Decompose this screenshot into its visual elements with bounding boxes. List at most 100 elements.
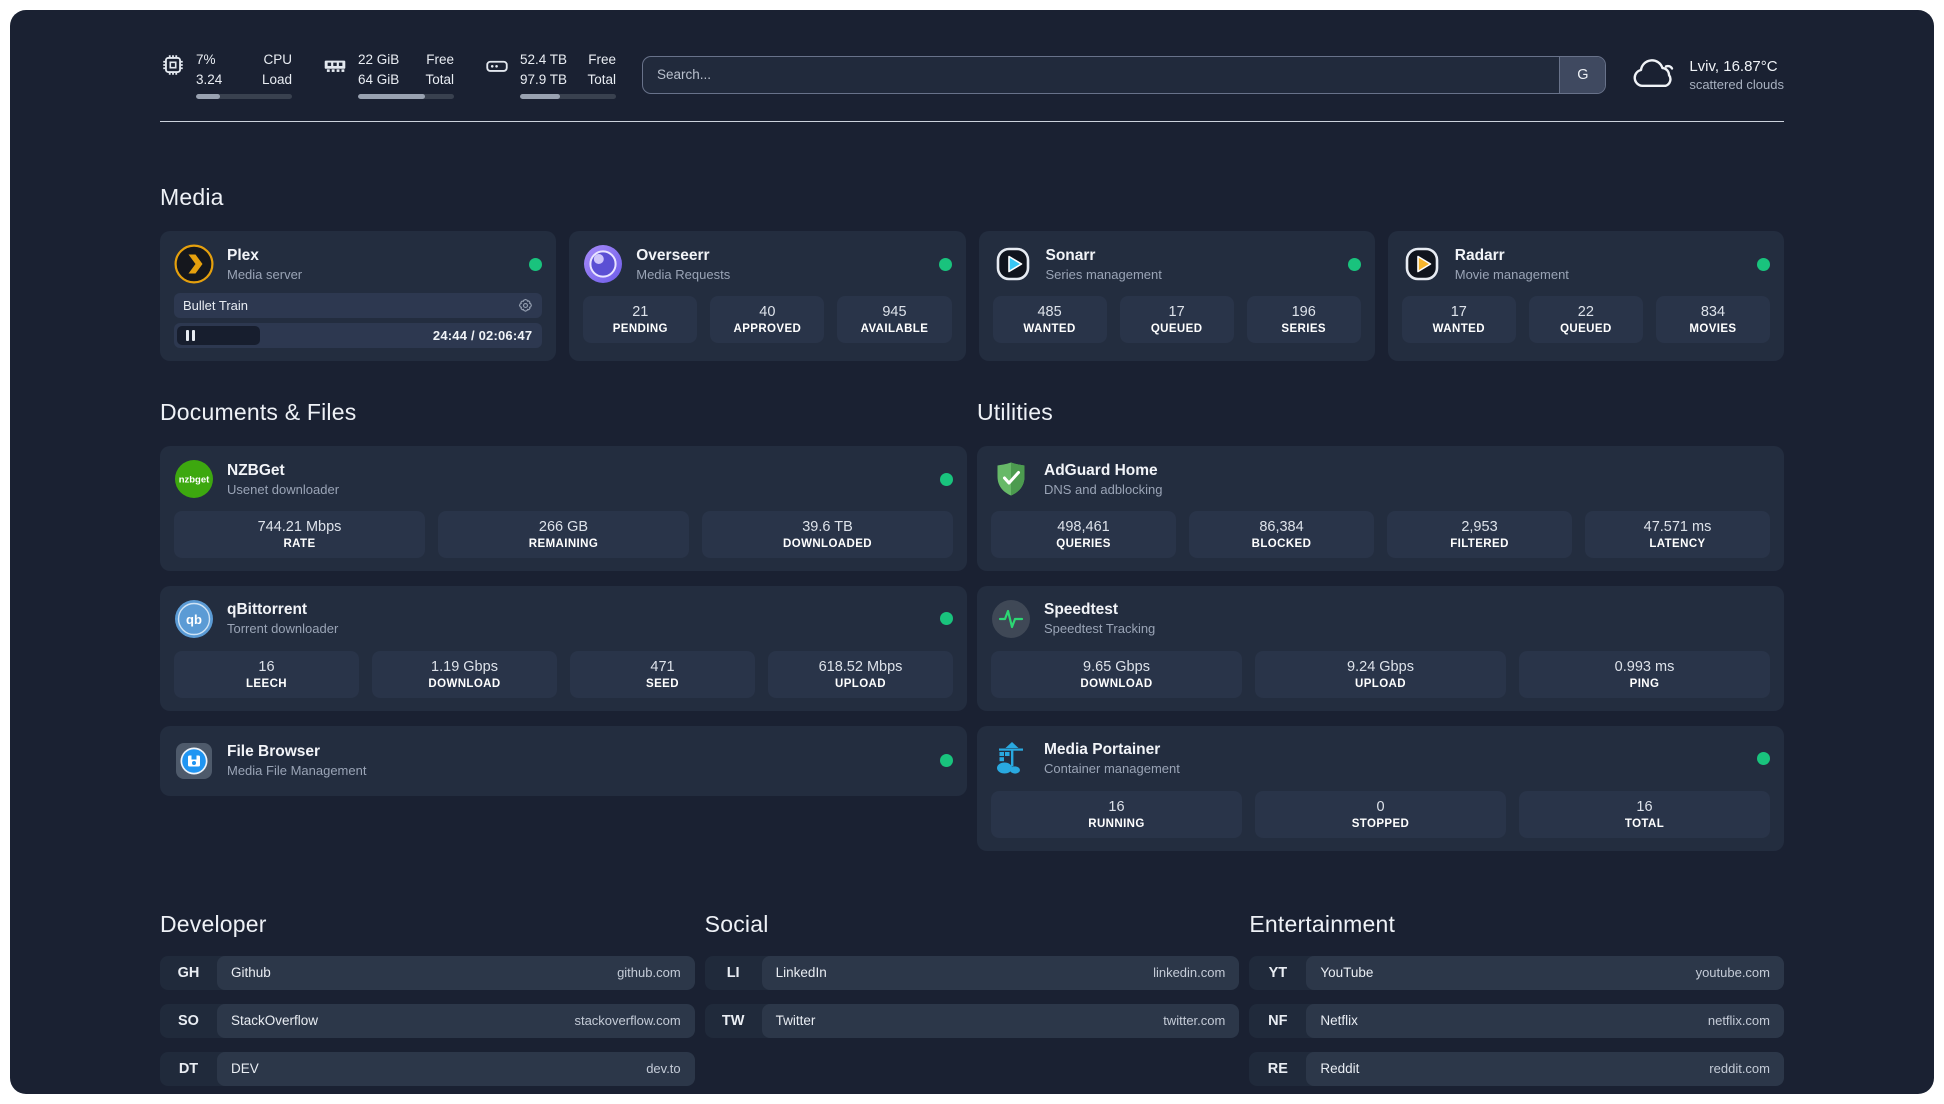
stat-value: 40	[759, 304, 776, 321]
bookmark-stackoverflow[interactable]: SO StackOverflow stackoverflow.com	[160, 1003, 695, 1038]
stat-label: PING	[1629, 677, 1660, 690]
stat-value: 17	[1450, 304, 1467, 321]
memory-icon	[322, 52, 348, 83]
svg-text:qb: qb	[186, 612, 202, 627]
stat-value: 498,461	[1057, 519, 1110, 536]
memory-free-label: Free	[426, 52, 454, 67]
stat-tile: 498,461 QUERIES	[991, 511, 1176, 558]
stat-tile: 834 MOVIES	[1655, 296, 1770, 343]
stat-value: 744.21 Mbps	[257, 519, 342, 536]
bookmark-abbr: SO	[178, 1012, 199, 1029]
disk-total-value: 97.9 TB	[520, 71, 568, 87]
stat-label: SERIES	[1281, 322, 1326, 335]
stat-tile: 618.52 Mbps UPLOAD	[768, 650, 953, 698]
status-online-dot	[938, 257, 952, 271]
service-name: File Browser	[227, 743, 321, 761]
service-card-adguard-home[interactable]: AdGuard Home DNS and adblocking 498,461 Q…	[977, 446, 1784, 571]
disk-free-value: 52.4 TB	[520, 52, 568, 67]
cpu-load-label: Load	[261, 71, 292, 87]
stat-label: SEED	[646, 677, 679, 690]
service-card-nzbget[interactable]: nzbget NZBGet Usenet downloader 744.21 M…	[160, 446, 967, 571]
bookmark-reddit[interactable]: RE Reddit reddit.com	[1249, 1051, 1784, 1086]
bookmark-url: youtube.com	[1695, 965, 1770, 981]
stat-value: 485	[1037, 304, 1062, 321]
service-card-file-browser[interactable]: File Browser Media File Management	[160, 725, 967, 796]
bookmark-name: YouTube	[1320, 965, 1374, 981]
stat-tile: 21 PENDING	[583, 296, 698, 343]
memory-total-label: Total	[425, 71, 454, 87]
stat-value: 16	[1108, 798, 1125, 815]
service-card-speedtest[interactable]: Speedtest Speedtest Tracking 9.65 Gbps DO…	[977, 585, 1784, 711]
search-provider-button[interactable]: G	[1559, 56, 1606, 93]
stat-value: 86,384	[1259, 519, 1304, 536]
disk-icon	[484, 52, 510, 83]
gear-icon[interactable]	[518, 298, 533, 313]
search-input[interactable]	[643, 56, 1560, 93]
service-card-plex[interactable]: Plex Media server Bullet Train 24:44 / 0	[160, 231, 557, 362]
service-description: Series management	[1045, 266, 1162, 282]
radarr-icon	[1402, 244, 1442, 284]
stat-label: DOWNLOADED	[783, 537, 872, 550]
overseerr-icon	[583, 244, 623, 284]
bookmark-group-title: Developer	[160, 910, 267, 937]
bookmark-github[interactable]: GH Github github.com	[160, 955, 695, 990]
bookmark-abbr: LI	[726, 964, 740, 981]
bookmark-abbr: YT	[1268, 964, 1288, 981]
stat-label: LEECH	[246, 677, 287, 690]
bookmark-url: twitter.com	[1163, 1013, 1226, 1029]
bookmark-abbr: TW	[721, 1012, 745, 1029]
system-stats: 7% 3.24 CPU Load 22 GiB 64 GiB Free Total	[160, 50, 616, 100]
bookmark-group-title: Entertainment	[1249, 910, 1396, 937]
bookmark-abbr: DT	[178, 1060, 199, 1077]
stat-value: 21	[632, 304, 649, 321]
stat-tile: 471 SEED	[570, 650, 755, 698]
stat-value: 945	[882, 304, 907, 321]
stat-value: 471	[650, 658, 675, 675]
stat-tile: 0.993 ms PING	[1519, 650, 1770, 698]
stat-tile: 2,953 FILTERED	[1387, 511, 1572, 558]
section-title-media: Media	[160, 184, 224, 211]
plex-icon	[174, 244, 214, 284]
bookmark-dev[interactable]: DT DEV dev.to	[160, 1051, 695, 1086]
stat-label: APPROVED	[733, 322, 802, 335]
cpu-progress-bar	[196, 94, 292, 100]
memory-free-value: 22 GiB	[358, 52, 400, 67]
bookmark-netflix[interactable]: NF Netflix netflix.com	[1249, 1003, 1784, 1038]
service-card-media-portainer[interactable]: Media Portainer Container management 16 R…	[977, 725, 1784, 851]
service-card-radarr[interactable]: Radarr Movie management 17 WANTED 22 QUEUE…	[1387, 231, 1784, 362]
svg-text:nzbget: nzbget	[179, 475, 210, 486]
bookmark-name: Netflix	[1320, 1013, 1358, 1029]
stat-label: WANTED	[1023, 322, 1076, 335]
bookmark-youtube[interactable]: YT YouTube youtube.com	[1249, 955, 1784, 990]
stat-label: QUERIES	[1056, 537, 1111, 550]
portainer-icon	[991, 739, 1031, 779]
section-title-utilities: Utilities	[977, 399, 1053, 426]
disk-stat: 52.4 TB 97.9 TB Free Total	[484, 50, 616, 100]
speedtest-icon	[991, 599, 1031, 639]
stat-tile: 40 APPROVED	[710, 296, 825, 343]
service-card-overseerr[interactable]: Overseerr Media Requests 21 PENDING 40 APP…	[569, 231, 966, 362]
stat-label: QUEUED	[1150, 322, 1203, 335]
weather-widget[interactable]: Lviv, 16.87°C scattered clouds	[1632, 54, 1784, 95]
bookmark-linkedin[interactable]: LI LinkedIn linkedin.com	[704, 955, 1240, 990]
status-online-dot	[940, 472, 953, 486]
stat-value: 17	[1168, 304, 1185, 321]
bookmark-url: linkedin.com	[1153, 965, 1226, 981]
service-card-sonarr[interactable]: Sonarr Series management 485 WANTED 17 QUE…	[978, 231, 1375, 362]
service-name: NZBGet	[227, 461, 285, 479]
cpu-load-value: 3.24	[196, 71, 223, 87]
bookmark-url: stackoverflow.com	[574, 1013, 681, 1029]
bookmark-group-title: Social	[704, 910, 769, 937]
bookmark-name: StackOverflow	[231, 1013, 319, 1029]
weather-location-temp: Lviv, 16.87°C	[1689, 57, 1778, 75]
bookmark-url: dev.to	[646, 1061, 681, 1077]
service-card-qbittorrent[interactable]: qb qBittorrent Torrent downloader 16 LEEC…	[160, 585, 967, 711]
stat-value: 16	[1636, 798, 1653, 815]
bookmark-url: github.com	[617, 965, 681, 981]
stat-tile: 22 QUEUED	[1528, 296, 1643, 343]
bookmark-twitter[interactable]: TW Twitter twitter.com	[704, 1003, 1240, 1038]
stat-label: DOWNLOAD	[428, 677, 501, 690]
stat-tile: 9.24 Gbps UPLOAD	[1255, 650, 1506, 698]
stat-value: 834	[1700, 304, 1726, 321]
bookmark-group-entertainment: Entertainment YT YouTube youtube.com NF N…	[1249, 911, 1784, 1094]
